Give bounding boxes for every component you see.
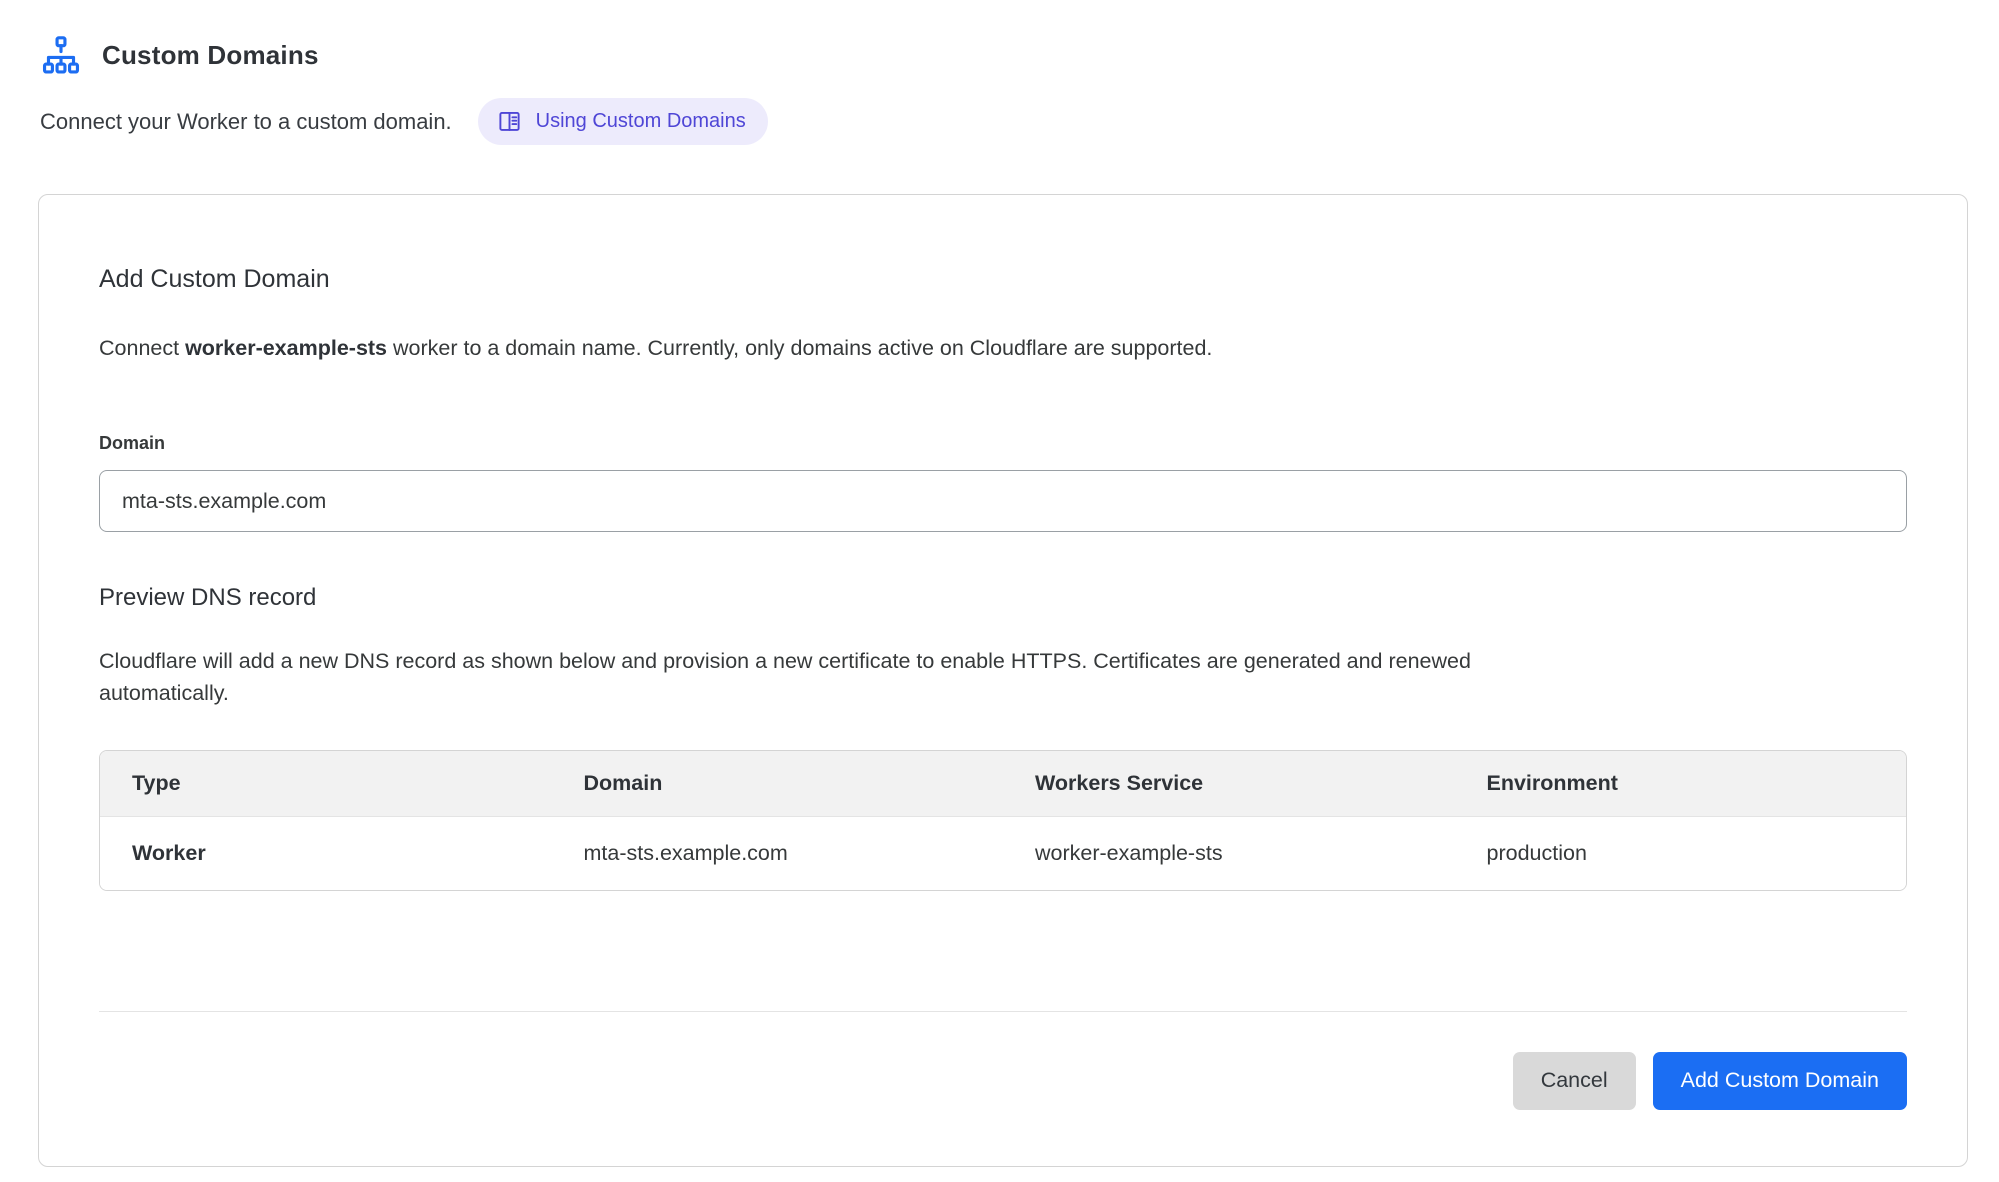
add-custom-domain-card: Add Custom Domain Connect worker-example…: [38, 194, 1968, 1167]
intro-prefix: Connect: [99, 336, 185, 360]
dns-preview-table: Type Domain Workers Service Environment …: [99, 750, 1907, 891]
cell-domain: mta-sts.example.com: [552, 816, 1004, 890]
preview-dns-description: Cloudflare will add a new DNS record as …: [99, 646, 1599, 710]
intro-suffix: worker to a domain name. Currently, only…: [387, 336, 1212, 360]
domain-input[interactable]: [99, 470, 1907, 532]
domain-field-label: Domain: [99, 433, 1907, 454]
subtitle-row: Connect your Worker to a custom domain. …: [40, 98, 1959, 145]
preview-dns-heading: Preview DNS record: [99, 584, 1907, 612]
cell-environment: production: [1455, 816, 1907, 890]
page-subtitle: Connect your Worker to a custom domain.: [40, 109, 452, 135]
page-title: Custom Domains: [102, 40, 319, 71]
cell-workers-service: worker-example-sts: [1003, 816, 1455, 890]
column-header-type: Type: [100, 751, 552, 817]
column-header-domain: Domain: [552, 751, 1004, 817]
docs-link-using-custom-domains[interactable]: Using Custom Domains: [478, 98, 768, 145]
docs-link-label: Using Custom Domains: [536, 110, 746, 133]
footer-divider: [99, 1011, 1907, 1012]
add-custom-domain-button[interactable]: Add Custom Domain: [1653, 1052, 1907, 1110]
card-footer: Cancel Add Custom Domain: [99, 1052, 1907, 1110]
sitemap-icon: [40, 34, 82, 76]
page-header: Custom Domains: [40, 34, 1959, 76]
column-header-workers-service: Workers Service: [1003, 751, 1455, 817]
worker-name: worker-example-sts: [185, 336, 387, 360]
book-icon: [496, 108, 523, 135]
cancel-button[interactable]: Cancel: [1513, 1052, 1636, 1110]
table-row: Worker mta-sts.example.com worker-exampl…: [100, 816, 1906, 890]
table-header-row: Type Domain Workers Service Environment: [100, 751, 1906, 817]
cell-type: Worker: [100, 816, 552, 890]
column-header-environment: Environment: [1455, 751, 1907, 817]
dialog-title: Add Custom Domain: [99, 265, 1907, 294]
dialog-intro: Connect worker-example-sts worker to a d…: [99, 336, 1907, 361]
